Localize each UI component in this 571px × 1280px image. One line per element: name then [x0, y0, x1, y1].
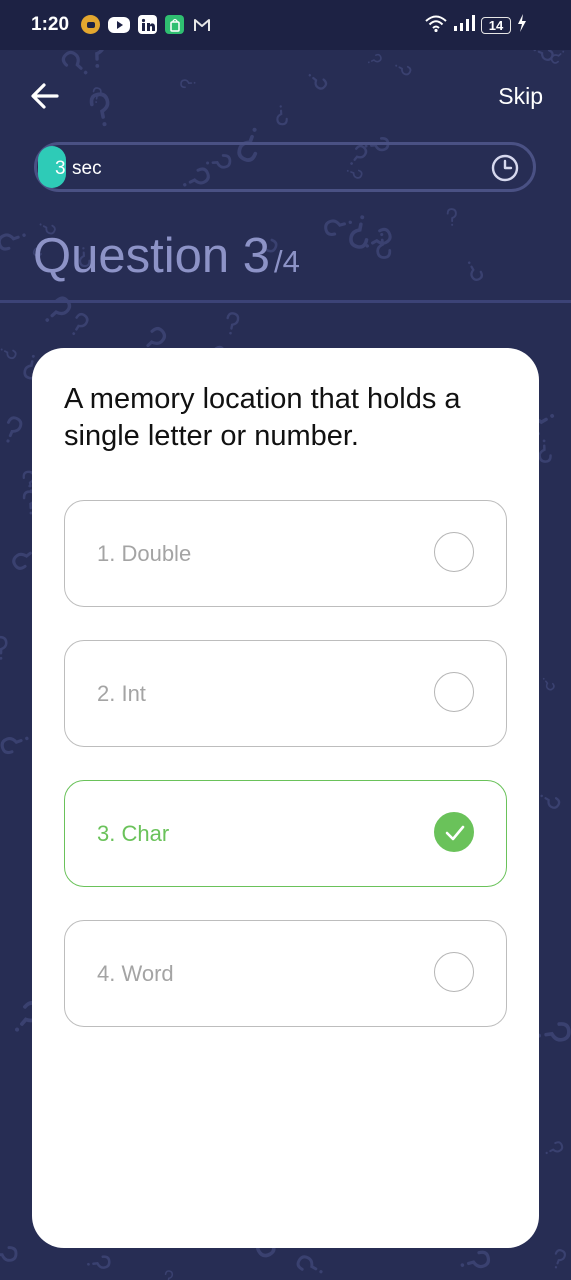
header-divider: [0, 300, 571, 303]
question-mark-glyph: [540, 794, 561, 809]
gmail-icon: [192, 15, 211, 34]
question-mark-glyph: [550, 50, 565, 64]
notification-app-icon: [81, 15, 100, 34]
question-mark-glyph: [538, 439, 552, 463]
question-mark-glyph: [308, 74, 328, 90]
arrow-left-icon: [31, 83, 59, 109]
question-total: /4: [274, 244, 300, 279]
question-mark-glyph: [460, 1250, 491, 1269]
battery-icon: 14: [481, 17, 511, 34]
question-mark-glyph: [367, 53, 382, 64]
option-label: 3. Char: [97, 821, 170, 846]
option-label: 2. Int: [97, 681, 146, 706]
question-mark-glyph: [164, 1270, 174, 1280]
question-mark-glyph: [276, 105, 288, 126]
radio-unchecked-icon[interactable]: [434, 532, 474, 572]
notification-icons: [81, 15, 211, 34]
question-mark-glyph: [446, 208, 457, 226]
checkmark-icon[interactable]: [434, 812, 474, 852]
question-mark-glyph: [0, 635, 8, 660]
question-mark-glyph: [545, 1141, 564, 1155]
question-mark-glyph: [0, 1246, 18, 1262]
question-mark-glyph: [324, 219, 352, 236]
question-mark-glyph: [554, 1249, 566, 1269]
status-bar: 1:20 14: [0, 0, 571, 50]
timer-seconds: 3: [55, 158, 66, 179]
charging-icon: [517, 14, 527, 37]
question-mark-glyph: [61, 50, 88, 75]
question-number-heading: Question 3/4: [33, 228, 300, 284]
question-mark-glyph: [0, 348, 17, 360]
question-mark-glyph: [6, 416, 23, 443]
question-mark-glyph: [0, 736, 29, 755]
timer-unit-label: sec: [72, 158, 102, 179]
option-word[interactable]: 4. Word: [64, 920, 507, 1027]
status-right-icons: 14: [425, 14, 527, 37]
timer-bar: 3 sec: [34, 142, 536, 192]
clock-icon: [491, 154, 519, 182]
shopping-bag-icon: [165, 15, 184, 34]
question-mark-glyph: [0, 233, 26, 251]
question-mark-glyph: [542, 677, 555, 691]
skip-button[interactable]: Skip: [498, 83, 543, 110]
linkedin-icon: [138, 15, 157, 34]
question-mark-glyph: [296, 1255, 323, 1274]
signal-icon: [453, 15, 475, 36]
question-mark-glyph: [536, 1022, 571, 1042]
question-mark-glyph: [349, 215, 369, 249]
question-mark-glyph: [89, 92, 110, 127]
wifi-icon: [425, 14, 447, 37]
question-text: A memory location that holds a single le…: [64, 383, 461, 452]
option-label: 4. Word: [97, 961, 174, 986]
question-mark-glyph: [376, 232, 392, 259]
question-mark-glyph: [180, 79, 196, 89]
status-time: 1:20: [31, 14, 70, 35]
youtube-icon: [108, 16, 130, 33]
question-mark-glyph: [467, 261, 484, 281]
radio-unchecked-icon[interactable]: [434, 952, 474, 992]
option-char[interactable]: 3. Char: [64, 780, 507, 887]
question-mark-glyph: [72, 312, 89, 336]
radio-unchecked-icon[interactable]: [434, 672, 474, 712]
option-int[interactable]: 2. Int: [64, 640, 507, 747]
option-label: 1. Double: [97, 541, 192, 566]
question-mark-glyph: [226, 312, 240, 335]
question-card: A memory location that holds a single le…: [32, 348, 539, 1248]
question-number: Question 3: [33, 229, 270, 283]
back-button[interactable]: [28, 80, 62, 112]
question-mark-glyph: [87, 1255, 111, 1269]
option-double[interactable]: 1. Double: [64, 500, 507, 607]
question-mark-glyph: [395, 64, 412, 76]
